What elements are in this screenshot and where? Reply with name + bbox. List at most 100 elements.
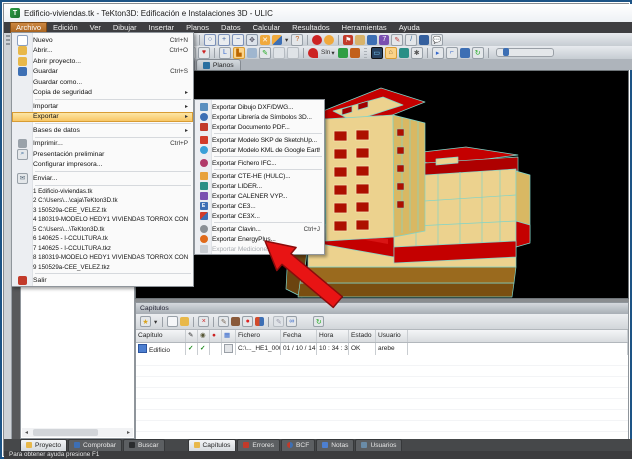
export-simbolos-3d[interactable]: Exportar Librería de Símbolos 3D... (195, 112, 324, 122)
views-dropdown-caret[interactable]: ▾ (283, 36, 290, 44)
named-views-icon[interactable] (272, 35, 282, 45)
refresh-chapters-icon[interactable]: ↻ (313, 316, 324, 327)
scroll-left-icon[interactable]: ◂ (22, 429, 31, 436)
tab-comprobar[interactable]: Comprobar (68, 439, 122, 452)
monitor-icon[interactable]: ▭ (371, 47, 383, 59)
scroll-right-icon[interactable]: ▸ (124, 429, 133, 436)
slider-thumb[interactable] (503, 48, 509, 56)
menu-item-imprimir[interactable]: Imprimir...Ctrl+P (12, 139, 193, 150)
menu-item-nuevo[interactable]: NuevoCtrl+N (12, 35, 193, 46)
comment-icon[interactable]: 💬 (431, 34, 443, 46)
export-ce3x[interactable]: Exportar CE3X... (195, 211, 324, 221)
col-eye-icon[interactable]: ◉ (198, 330, 210, 342)
export-energyplus[interactable]: Exportar EnergyPlus... (195, 234, 324, 244)
tab-proyecto[interactable]: Proyecto (20, 439, 67, 452)
delete-chapter-icon[interactable]: × (198, 316, 209, 327)
zoom-out-icon[interactable]: − (232, 34, 244, 46)
edit-green-icon[interactable]: ✎ (259, 47, 271, 59)
menu-ayuda[interactable]: Ayuda (393, 22, 426, 33)
export-dxf-dwg[interactable]: Exportar Dibujo DXF/DWG... (195, 102, 324, 112)
record-icon[interactable]: ● (242, 316, 253, 327)
stamp-icon[interactable] (231, 317, 240, 326)
export-pdf[interactable]: Exportar Documento PDF... (195, 122, 324, 132)
brush-icon[interactable] (367, 35, 377, 45)
favorite-heart-icon[interactable]: ♥ (198, 47, 210, 59)
zoom-extents-icon[interactable]: ✕ (260, 35, 270, 45)
refresh-icon[interactable]: ↻ (472, 47, 484, 59)
measure-icon[interactable]: ⌐ (446, 47, 458, 59)
recent-file-4[interactable]: 4 180319-MODELO HEDY1 VIVIENDAS TORROX C… (12, 215, 193, 225)
zoom-in-icon[interactable]: + (218, 34, 230, 46)
select-arrow-icon[interactable]: ▸ (432, 47, 444, 59)
export-skp[interactable]: Exportar Modelo SKP de SketchUp... (195, 135, 324, 145)
menu-item-configurar-impresora[interactable]: Configurar impresora... (12, 160, 193, 171)
new-chapter-icon[interactable] (167, 316, 178, 327)
recent-file-7[interactable]: 7 140625 - I-CCULTURA.tkz (12, 244, 193, 254)
tab-usuarios[interactable]: Usuarios (355, 439, 402, 452)
open-chapter-icon[interactable] (180, 317, 189, 326)
menu-item-salir[interactable]: Salir (12, 275, 193, 286)
col-grid-icon[interactable]: ▦ (222, 330, 236, 342)
active-chart-icon[interactable]: ▙ (233, 47, 245, 59)
recent-file-9[interactable]: 9 150529a-CEE_VELEZ.tkz (12, 263, 193, 273)
transparency-slider[interactable] (496, 48, 554, 57)
menu-datos[interactable]: Datos (215, 22, 247, 33)
horizontal-scrollbar[interactable]: ◂ ▸ (22, 428, 133, 437)
col-hora[interactable]: Hora (317, 330, 349, 342)
export-clavin[interactable]: Exportar Clavin... Ctrl+J (195, 224, 324, 234)
recent-file-6[interactable]: 6 140625 - I-CCULTURA.tk (12, 234, 193, 244)
recent-file-5[interactable]: 5 C:\Users\...\TeKton3D.tk (12, 225, 193, 235)
recent-file-1[interactable]: 1 Edificio-viviendas.tk (12, 187, 193, 197)
grid-icon[interactable] (255, 317, 264, 326)
export-kml[interactable]: Exportar Modelo KML de Google Earth... (195, 145, 324, 155)
redline-sphere-icon[interactable] (312, 35, 322, 45)
menu-item-enviar[interactable]: ✉ Enviar... (12, 173, 193, 184)
export-ce3[interactable]: E Exportar CE3... (195, 201, 324, 211)
menu-item-copia-seguridad[interactable]: Copia de seguridad▸ (12, 88, 193, 99)
menu-item-abrir-proyecto[interactable]: Abrir proyecto... (12, 56, 193, 67)
tab-bcf[interactable]: BCF (281, 439, 315, 452)
recent-file-3[interactable]: 3 150529a-CEE_VELEZ.tk (12, 206, 193, 216)
image-icon[interactable] (247, 48, 257, 58)
pencil-icon[interactable]: ✎ (391, 34, 403, 46)
gear-icon[interactable]: ✱ (411, 47, 423, 59)
recent-file-2[interactable]: 2 C:\Users\...\caja\TeKton3D.tk (12, 196, 193, 206)
tab-buscar[interactable]: Buscar (123, 439, 165, 452)
edit-chapter-icon[interactable]: ✎ (218, 316, 229, 327)
export-cte-he[interactable]: Exportar CTE-HE (HULC)... (195, 171, 324, 181)
export-calener-vyp[interactable]: Exportar CALENER VYP... (195, 191, 324, 201)
col-capitulo[interactable]: Capítulo (136, 330, 186, 342)
world-icon[interactable] (399, 48, 409, 58)
help-pointer-icon[interactable]: ? (291, 34, 303, 46)
table-row[interactable]: Edificio ✓ ✓ C:\..._HE1_0001.ctk 01 / 10… (136, 343, 628, 355)
menu-item-importar[interactable]: Importar▸ (12, 101, 193, 112)
sln-dropdown[interactable]: Sln ▾ (319, 49, 337, 57)
zoom-realtime-icon[interactable]: ○ (204, 34, 216, 46)
col-fecha[interactable]: Fecha (281, 330, 317, 342)
scroll-thumb[interactable] (33, 429, 98, 436)
link-icon[interactable]: ∞ (286, 316, 297, 327)
col-status-dot-icon[interactable]: ● (210, 330, 222, 342)
col-edit-icon[interactable]: ✎ (186, 330, 198, 342)
menu-resultados[interactable]: Resultados (286, 22, 336, 33)
chapter-star-caret[interactable]: ▾ (152, 318, 159, 326)
sync-green-icon[interactable] (338, 48, 348, 58)
notebook-icon[interactable] (419, 35, 429, 45)
tab-capitulos[interactable]: Capítulos (188, 439, 237, 452)
sun-sphere-icon[interactable] (324, 35, 334, 45)
menu-item-abrir[interactable]: Abrir...Ctrl+O (12, 46, 193, 57)
export-ifc[interactable]: Exportar Fichero IFC... (195, 158, 324, 168)
sync-orange-icon[interactable] (350, 48, 360, 58)
menu-item-guardar[interactable]: GuardarCtrl+S (12, 67, 193, 78)
pan-icon[interactable]: ✥ (246, 34, 258, 46)
home-icon[interactable]: ⌂ (385, 47, 397, 59)
menu-item-guardar-como[interactable]: Guardar como... (12, 77, 193, 88)
tab-notas[interactable]: Notas (316, 439, 354, 452)
cube-icon[interactable] (460, 48, 470, 58)
flag-icon[interactable]: ⚑ (343, 35, 353, 45)
col-fichero[interactable]: Fichero (236, 330, 281, 342)
col-estado[interactable]: Estado (349, 330, 376, 342)
menu-item-presentacion-preliminar[interactable]: ⌕ Presentación preliminar (12, 149, 193, 160)
menu-item-exportar[interactable]: Exportar▸ (12, 112, 193, 123)
menu-item-bases-de-datos[interactable]: Bases de datos▸ (12, 125, 193, 136)
